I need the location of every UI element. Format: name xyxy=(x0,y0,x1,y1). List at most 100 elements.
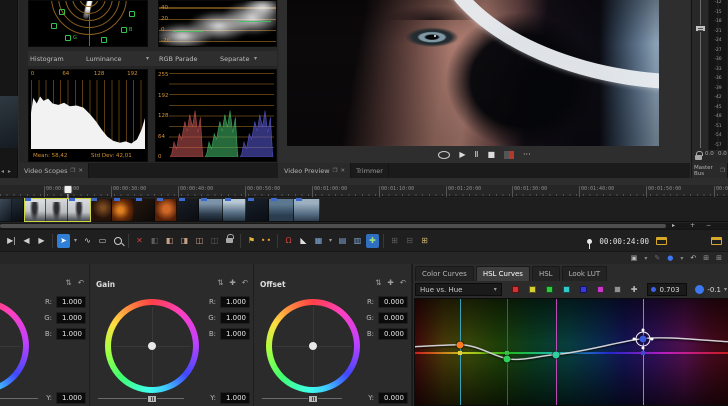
clip-thumbnail[interactable] xyxy=(134,199,155,221)
windowed-icon[interactable]: ❐ xyxy=(70,168,75,174)
more-options-button[interactable]: ··· xyxy=(523,151,531,159)
next-frame-button[interactable]: ▶ xyxy=(35,234,48,248)
scrollbar-thumb[interactable] xyxy=(0,224,666,228)
luminance-slider-track[interactable] xyxy=(98,398,184,399)
clip-thumbnail[interactable] xyxy=(246,199,269,221)
split-trim-button[interactable]: ◫ xyxy=(193,234,206,248)
ripple-edit-button[interactable]: ▦ xyxy=(312,234,325,248)
clip-thumbnail[interactable] xyxy=(177,199,199,221)
clip-thumbnail[interactable] xyxy=(294,199,320,221)
clip-thumbnail[interactable] xyxy=(199,199,223,221)
wheel-options-icon[interactable]: ⇅ xyxy=(217,278,223,287)
lock-button[interactable] xyxy=(223,234,236,248)
volume-fader-handle[interactable] xyxy=(695,25,706,32)
copy-snapshot-button[interactable]: ⊞ xyxy=(388,234,401,248)
pin-icon[interactable] xyxy=(587,239,592,244)
curve-anchor-square[interactable] xyxy=(458,351,462,355)
wheel-options-icon[interactable]: ⇅ xyxy=(375,278,381,287)
chevron-down-icon[interactable]: ▾ xyxy=(146,55,149,62)
hue-swatch-2[interactable] xyxy=(546,286,553,293)
selection-tool-caret[interactable]: ▾ xyxy=(72,234,79,248)
color-sample-caret[interactable]: ▾ xyxy=(680,256,683,262)
video-track[interactable] xyxy=(0,198,728,222)
previous-frame-button[interactable]: ◀ xyxy=(20,234,33,248)
clip-thumbnail[interactable] xyxy=(12,199,24,221)
rgb-value-field[interactable]: 1.000 xyxy=(220,312,250,324)
rgb-value-field[interactable]: 0.000 xyxy=(378,328,408,340)
luminance-slider-handle[interactable] xyxy=(308,395,318,403)
tab-hsl-curves[interactable]: HSL Curves xyxy=(476,266,530,281)
group-button[interactable]: ▤ xyxy=(336,234,349,248)
clip-thumbnail[interactable] xyxy=(91,199,112,221)
histogram-mode-dropdown[interactable]: Luminance xyxy=(86,55,122,63)
tab-video-preview[interactable]: Video Preview❐✕ xyxy=(279,163,351,178)
loop-playback-button[interactable] xyxy=(438,151,450,159)
envelope-tool-button[interactable]: ∿ xyxy=(81,234,94,248)
tab-trimmer[interactable]: Trimmer xyxy=(351,163,389,178)
envelope-lock-button[interactable]: ▥ xyxy=(351,234,364,248)
tab-color-curves[interactable]: Color Curves xyxy=(415,266,474,281)
pan-crop-button[interactable]: ▣ xyxy=(631,255,638,262)
wheel-reset-icon[interactable]: ↶ xyxy=(400,278,406,287)
loop-region-start-icon[interactable] xyxy=(656,237,667,245)
curve-control-point[interactable] xyxy=(553,352,560,359)
slip-button[interactable]: ◫ xyxy=(208,234,221,248)
curve-anchor-square[interactable] xyxy=(505,351,509,355)
normal-edit-button[interactable]: ◧ xyxy=(148,234,161,248)
hue-swatch-0[interactable] xyxy=(512,286,519,293)
close-icon[interactable]: ✕ xyxy=(78,168,83,174)
loop-region-end-icon[interactable] xyxy=(711,237,722,245)
smoothness-field[interactable]: 0.703 xyxy=(647,283,687,296)
hue-swatch-3[interactable] xyxy=(563,286,570,293)
rgb-value-field[interactable]: 1.000 xyxy=(56,296,86,308)
tab-video-scopes[interactable]: Video Scopes ❐ ✕ xyxy=(19,163,89,178)
curve-mode-dropdown[interactable]: Hue vs. Hue ▾ xyxy=(415,283,502,296)
eyedropper-button[interactable]: ✎ xyxy=(654,255,660,262)
hue-swatch-4[interactable] xyxy=(580,286,587,293)
luminance-slider-track[interactable] xyxy=(262,398,342,399)
wheel-recenter-icon[interactable]: ✚ xyxy=(229,278,235,287)
windowed-icon[interactable]: ❐ xyxy=(333,168,338,174)
hue-swatch-1[interactable] xyxy=(529,286,536,293)
color-wheel-ring[interactable] xyxy=(266,299,360,393)
color-sample-button[interactable]: ● xyxy=(667,255,673,262)
tab-scroll-arrows[interactable]: ◂ ▸ xyxy=(1,168,12,175)
paste-attributes-button[interactable]: ⊟ xyxy=(403,234,416,248)
luminance-slider-track[interactable] xyxy=(0,398,38,399)
clip-thumbnail[interactable] xyxy=(155,199,177,221)
rgb-value-field[interactable]: 1.000 xyxy=(220,328,250,340)
color-grading-button[interactable]: ✚ xyxy=(366,234,379,248)
rgb-value-field[interactable]: 1.000 xyxy=(56,312,86,324)
insert-marker-button[interactable]: ⚑ xyxy=(245,234,258,248)
insert-region-button[interactable]: •• xyxy=(260,234,273,248)
scroll-right-button[interactable]: ▸ xyxy=(672,222,675,229)
trim-start-button[interactable]: ◧ xyxy=(163,234,176,248)
clip-thumbnail[interactable] xyxy=(68,199,91,221)
clip-thumbnail[interactable] xyxy=(0,199,12,221)
timeline-ruler[interactable]: 00:00:20:0000:00:30:0000:00:40:0000:00:5… xyxy=(0,185,728,197)
wheel-recenter-icon[interactable]: ✚ xyxy=(387,278,393,287)
zoom-tool-button[interactable] xyxy=(111,234,124,248)
clip-thumbnail[interactable] xyxy=(46,199,68,221)
play-button[interactable]: ▶ xyxy=(459,151,465,159)
snap-button[interactable]: Ω xyxy=(282,234,295,248)
rgb-value-field[interactable]: 0.000 xyxy=(378,296,408,308)
cursor-timecode[interactable]: 00:00:24:00 xyxy=(599,237,649,246)
lock-icon[interactable] xyxy=(695,155,702,160)
clip-thumbnail[interactable] xyxy=(269,199,294,221)
trim-end-button[interactable]: ◨ xyxy=(178,234,191,248)
tab-master-bus[interactable]: Master Bus ❐ xyxy=(692,163,728,178)
delete-button[interactable]: ✕ xyxy=(133,234,146,248)
rgb-value-field[interactable]: 1.000 xyxy=(56,328,86,340)
reset-grading-button[interactable]: ↶ xyxy=(690,255,696,262)
playhead[interactable] xyxy=(64,185,73,194)
hue-curve-editor[interactable] xyxy=(414,298,728,406)
close-icon[interactable]: ✕ xyxy=(341,168,346,174)
windowed-icon[interactable]: ❐ xyxy=(720,168,725,174)
chevron-down-icon[interactable]: ▾ xyxy=(254,55,257,62)
clip-thumbnail[interactable] xyxy=(112,199,134,221)
export-lut-button[interactable]: ⊞ xyxy=(703,255,709,262)
stop-button[interactable]: ■ xyxy=(487,151,495,159)
curve-anchor-square[interactable] xyxy=(641,351,645,355)
go-to-end-button[interactable]: ▶| xyxy=(5,234,18,248)
